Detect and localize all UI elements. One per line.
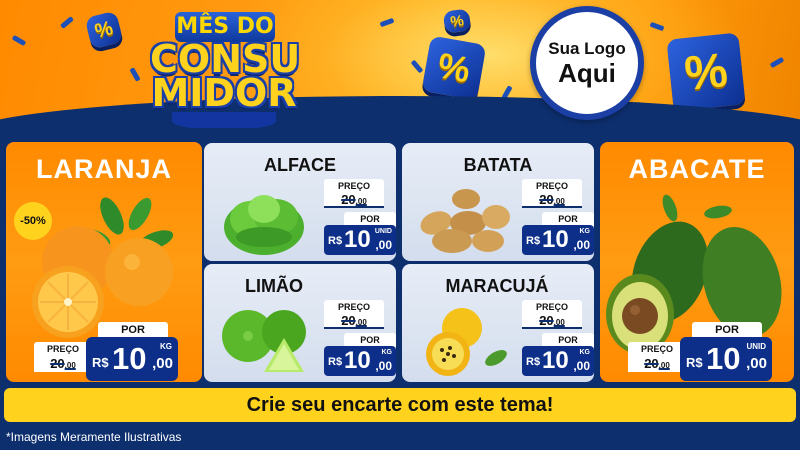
product-name: MARACUJÁ — [445, 276, 549, 296]
preco-label: PREÇO — [628, 342, 686, 356]
logo-placeholder-line2: Aqui — [558, 58, 616, 88]
percent-cube-icon: % — [84, 10, 124, 50]
discount-badge: -50% — [14, 202, 52, 240]
new-price: R$ 10 KG ,00 — [522, 346, 594, 376]
product-name: BATATA — [463, 155, 533, 175]
potato-image — [420, 189, 510, 253]
cta-bar[interactable]: Crie seu encarte com este tema! — [4, 388, 796, 422]
logo-placeholder-line1: Sua Logo — [548, 39, 626, 58]
old-price: 20,00 — [522, 192, 582, 208]
confetti — [11, 34, 27, 47]
price-block: POR PREÇO 20,00 R$ 10 KG ,00 — [8, 322, 192, 382]
new-price: R$ 10 KG ,00 — [86, 337, 178, 381]
confetti — [129, 67, 141, 82]
price-block: POR PREÇO 20,00 R$ 10 UNID ,00 — [602, 322, 786, 382]
logo-base — [172, 112, 276, 128]
old-price: 20,00 — [522, 313, 582, 329]
new-price: R$ 10 KG ,00 — [522, 225, 594, 255]
por-label: POR — [542, 212, 594, 226]
por-label: POR — [344, 333, 396, 347]
product-card-maracuja[interactable]: MARACUJÁ PREÇO 20,00 POR R$ 10 KG ,00 — [402, 264, 594, 382]
preco-label: PREÇO — [324, 179, 384, 193]
product-card-laranja[interactable]: LARANJA -50% POR PREÇO 20,00 R$ 10 KG ,0… — [6, 142, 202, 382]
product-card-alface[interactable]: ALFACE PREÇO 20,00 POR R$ 10 UNID ,00 — [204, 143, 396, 261]
new-price: R$ 10 UNID ,00 — [680, 337, 772, 381]
store-logo-placeholder[interactable]: Sua Logo Aqui — [530, 6, 644, 120]
por-label: POR — [542, 333, 594, 347]
product-card-limao[interactable]: LIMÃO PREÇO 20,00 POR R$ 10 KG ,00 — [204, 264, 396, 382]
confetti — [60, 16, 74, 29]
por-label: POR — [344, 212, 396, 226]
preco-label: PREÇO — [522, 179, 582, 193]
lettuce-image — [224, 195, 304, 255]
orange-whole-right — [105, 238, 173, 306]
logo-line-midor: MIDOR — [151, 71, 297, 115]
lime-image — [222, 310, 306, 372]
product-name: ALFACE — [264, 155, 336, 175]
campaign-logo: MÊS DO CONSU MIDOR — [150, 10, 300, 128]
disclaimer-text: *Imagens Meramente Ilustrativas — [6, 430, 182, 444]
new-price: R$ 10 KG ,00 — [324, 346, 396, 376]
old-price: 20,00 — [34, 355, 92, 372]
por-label: POR — [98, 322, 168, 338]
old-price: 20,00 — [628, 355, 686, 372]
percent-cube-icon: % — [421, 35, 487, 101]
confetti — [769, 56, 785, 69]
product-card-abacate[interactable]: ABACATE POR PREÇO 20,00 R$ 10 UNID ,00 — [600, 142, 794, 382]
old-price: 20,00 — [324, 313, 384, 329]
new-price: R$ 10 UNID ,00 — [324, 225, 396, 255]
passion-fruit-image — [426, 308, 507, 376]
preco-label: PREÇO — [34, 342, 92, 356]
old-price: 20,00 — [324, 192, 384, 208]
por-label: POR — [692, 322, 762, 338]
product-card-batata[interactable]: BATATA PREÇO 20,00 POR R$ 10 KG ,00 — [402, 143, 594, 261]
preco-label: PREÇO — [324, 300, 384, 314]
percent-cube-icon: % — [666, 32, 746, 112]
product-name: LIMÃO — [245, 276, 303, 296]
preco-label: PREÇO — [522, 300, 582, 314]
header-banner: % % % % MÊS DO CONSU MIDOR Sua Logo Aqui — [0, 0, 800, 128]
